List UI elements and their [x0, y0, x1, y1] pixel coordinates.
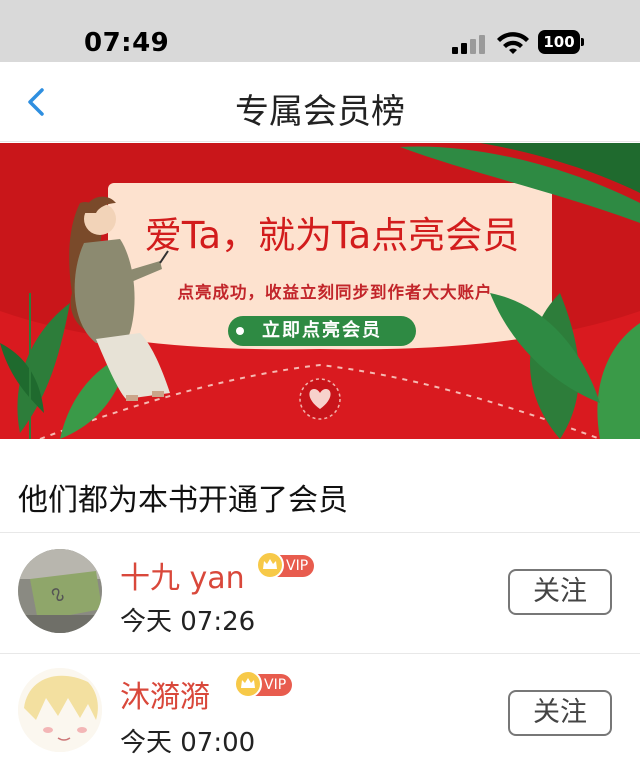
member-name[interactable]: 沐漪漪	[120, 672, 210, 716]
avatar-image	[18, 668, 102, 752]
member-time: 今天 07:26	[120, 607, 256, 637]
light-up-membership-button[interactable]: 立即点亮会员	[228, 316, 416, 346]
avatar[interactable]	[18, 549, 102, 633]
nav-bar: 专属会员榜	[0, 62, 640, 142]
battery-icon: 100	[538, 30, 580, 54]
page-title: 专属会员榜	[235, 92, 405, 132]
vip-badge: VIP	[234, 670, 293, 698]
cellular-signal-icon	[452, 34, 488, 54]
member-name[interactable]: 十九 yan	[120, 553, 245, 597]
avatar-image	[18, 549, 102, 633]
member-time: 今天 07:00	[120, 728, 256, 758]
dot-icon	[236, 327, 244, 335]
list-item[interactable]: 十九 yan VIP 今天 07:26 关注	[0, 533, 640, 653]
avatar[interactable]	[18, 668, 102, 752]
status-bar: 07:49 100	[0, 0, 640, 62]
crown-icon	[256, 551, 284, 579]
follow-button[interactable]: 关注	[508, 690, 612, 736]
battery-cap	[581, 38, 584, 46]
list-item[interactable]: 沐漪漪 VIP 今天 07:00 关注	[0, 654, 640, 768]
cta-label: 立即点亮会员	[262, 320, 382, 341]
wifi-icon	[497, 32, 529, 54]
crown-icon	[234, 670, 262, 698]
vip-label: VIP	[286, 558, 309, 574]
banner-subtext: 点亮成功，收益立刻同步到作者大大账户	[177, 283, 493, 302]
vip-badge: VIP	[256, 551, 315, 579]
promo-banner[interactable]: 爱Ta，就为Ta点亮会员 点亮成功，收益立刻同步到作者大大账户 立即点亮会员	[0, 143, 640, 439]
banner-headline: 爱Ta，就为Ta点亮会员	[144, 214, 520, 257]
section-title: 他们都为本书开通了会员	[18, 483, 348, 518]
status-time: 07:49	[84, 28, 170, 58]
vip-label: VIP	[264, 677, 287, 693]
follow-button[interactable]: 关注	[508, 569, 612, 615]
